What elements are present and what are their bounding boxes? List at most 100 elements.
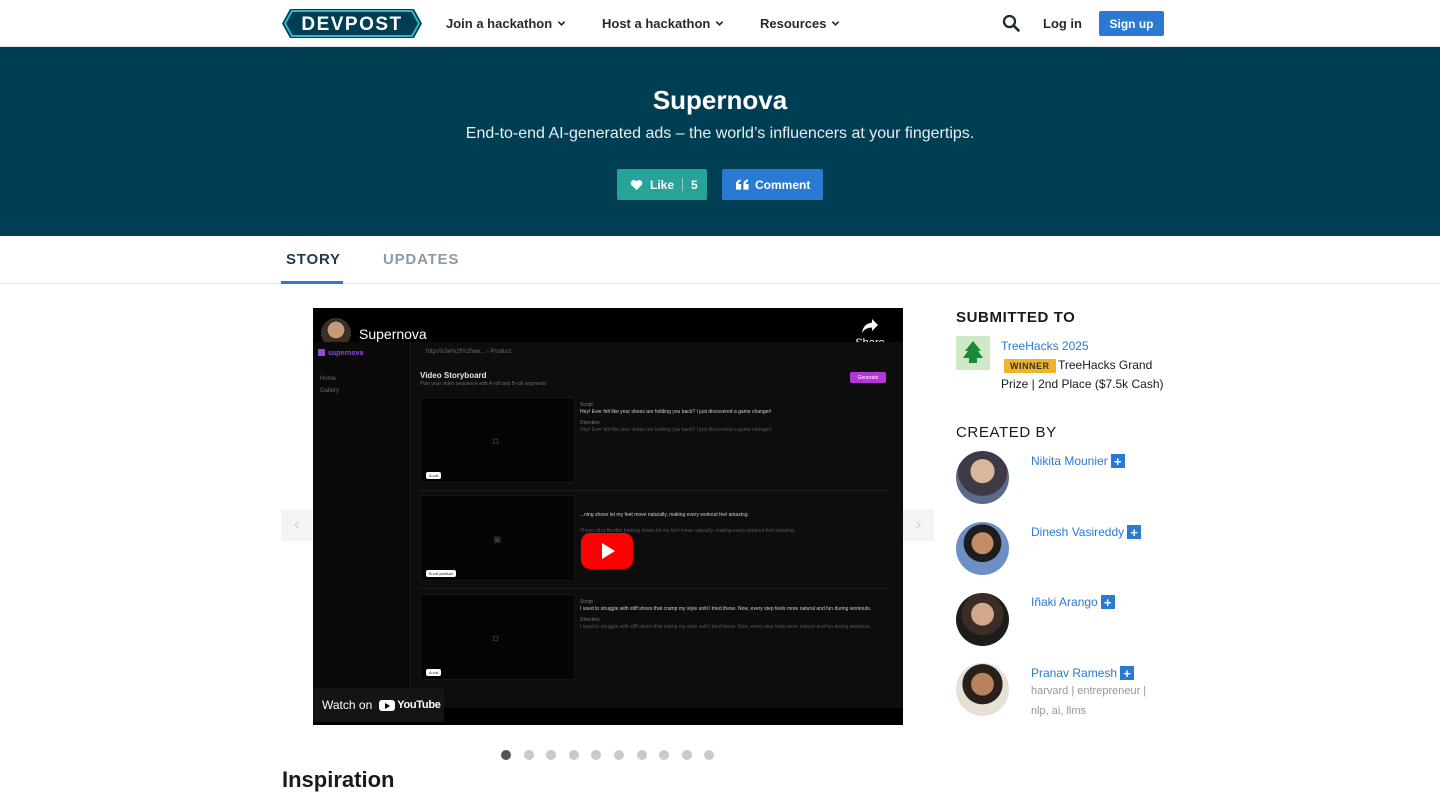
created-by-heading: CREATED BY bbox=[956, 424, 1057, 441]
app-breadcrumb: https%3e%2f%2fww... › Product bbox=[426, 349, 512, 355]
segment-tag: B-roll product bbox=[426, 570, 456, 577]
nav-host-label: Host a hackathon bbox=[602, 16, 711, 31]
video-embed[interactable]: Supernova Share supernova Home Gallery h… bbox=[313, 308, 903, 725]
creator-name: Dinesh Vasireddy bbox=[1031, 525, 1125, 539]
creator-inaki[interactable]: Iñaki Arango + bbox=[1031, 595, 1115, 609]
devpost-logo[interactable]: DEVPOST bbox=[282, 9, 422, 38]
script-text: ...ning shoes let my feet move naturally… bbox=[580, 512, 749, 518]
camera-icon: ◘ bbox=[493, 633, 499, 643]
creator-pranav[interactable]: Pranav Ramesh + bbox=[1031, 666, 1135, 680]
search-icon[interactable] bbox=[1002, 14, 1020, 32]
watch-on-label: Watch on bbox=[322, 698, 373, 712]
gallery-next-button[interactable]: › bbox=[903, 509, 934, 541]
segment-script: ...ning shoes let my feet move naturally… bbox=[580, 512, 885, 535]
direction-label: Direction bbox=[580, 617, 600, 623]
gallery-dot[interactable] bbox=[546, 750, 557, 760]
avatar[interactable] bbox=[956, 593, 1009, 646]
submitted-to-heading: SUBMITTED TO bbox=[956, 309, 1076, 326]
project-title: Supernova bbox=[652, 85, 788, 115]
gallery-dot[interactable] bbox=[591, 750, 602, 760]
script-label: Script bbox=[580, 599, 593, 605]
youtube-icon bbox=[379, 699, 396, 711]
camera-icon: ◘ bbox=[493, 436, 499, 446]
youtube-play-button[interactable] bbox=[581, 533, 633, 569]
video-title[interactable]: Supernova bbox=[359, 326, 427, 342]
storyboard-subtitle: Plan your video sequence with A-roll and… bbox=[420, 381, 547, 387]
chevron-left-icon: ‹ bbox=[293, 516, 300, 533]
tab-story[interactable]: STORY bbox=[286, 251, 341, 268]
app-logo: supernova bbox=[318, 349, 363, 357]
direction-text: Hey! Ever felt like your shoes are holdi… bbox=[580, 427, 772, 433]
nav-resources[interactable]: Resources bbox=[760, 16, 840, 31]
chevron-right-icon: › bbox=[915, 516, 922, 533]
comment-label: Comment bbox=[755, 177, 811, 192]
project-tagline: End-to-end AI-generated ads – the world’… bbox=[465, 125, 975, 142]
tab-updates[interactable]: UPDATES bbox=[383, 251, 459, 268]
creator-nikita[interactable]: Nikita Mounier + bbox=[1031, 454, 1125, 468]
gallery-dot[interactable] bbox=[523, 750, 534, 760]
segment-thumb: ◘ A-roll bbox=[420, 594, 575, 680]
chevron-down-icon bbox=[832, 21, 840, 26]
creator-dinesh[interactable]: Dinesh Vasireddy + bbox=[1031, 525, 1142, 539]
quote-icon bbox=[736, 179, 749, 190]
avatar[interactable] bbox=[956, 663, 1009, 716]
login-link[interactable]: Log in bbox=[1043, 16, 1082, 31]
script-text: I used to struggle with stiff shoes that… bbox=[580, 606, 872, 612]
nav-join-label: Join a hackathon bbox=[446, 16, 553, 31]
gallery-dot[interactable] bbox=[568, 750, 579, 760]
youtube-wordmark: YouTube bbox=[397, 699, 441, 711]
signup-button[interactable]: Sign up bbox=[1099, 11, 1164, 36]
like-button[interactable]: Like 5 bbox=[617, 169, 707, 200]
watch-on-youtube-button[interactable]: Watch on YouTube bbox=[313, 688, 444, 722]
direction-label: Direction bbox=[580, 420, 600, 426]
gallery-dot[interactable] bbox=[501, 750, 511, 760]
gallery-dot[interactable] bbox=[613, 750, 624, 760]
follow-plus-icon[interactable]: + bbox=[1127, 525, 1142, 539]
creator-name: Iñaki Arango bbox=[1031, 595, 1098, 609]
nav-join-hackathon[interactable]: Join a hackathon bbox=[446, 16, 566, 31]
row-divider bbox=[418, 588, 888, 589]
gallery-dot[interactable] bbox=[704, 750, 715, 760]
heart-icon bbox=[630, 179, 643, 190]
prize-text-line2: Prize | 2nd Place ($7.5k Cash) bbox=[1001, 377, 1164, 391]
avatar[interactable] bbox=[956, 451, 1009, 504]
active-tab-indicator bbox=[281, 281, 343, 284]
hackathon-link[interactable]: TreeHacks 2025 bbox=[1001, 339, 1089, 353]
comment-button[interactable]: Comment bbox=[722, 169, 823, 200]
content-tabs: STORY UPDATES bbox=[0, 236, 1440, 284]
share-arrow-icon bbox=[862, 319, 878, 333]
gallery-pagination bbox=[501, 750, 715, 760]
avatar[interactable] bbox=[956, 522, 1009, 575]
prize-text-line1: TreeHacks Grand bbox=[1058, 358, 1153, 372]
app-nav-gallery: Gallery bbox=[320, 388, 340, 394]
app-sidebar: supernova Home Gallery bbox=[313, 342, 411, 708]
tree-icon bbox=[963, 341, 983, 363]
direction-text: I used to struggle with stiff shoes that… bbox=[580, 624, 872, 630]
like-divider bbox=[682, 178, 684, 191]
like-count: 5 bbox=[691, 177, 698, 192]
gallery-dot[interactable] bbox=[636, 750, 647, 760]
video-frame-app-screenshot: supernova Home Gallery https%3e%2f%2fww.… bbox=[313, 342, 903, 708]
generate-button: Generate bbox=[850, 372, 886, 383]
logo-text: DEVPOST bbox=[301, 14, 402, 35]
storyboard-title: Video Storyboard bbox=[420, 371, 487, 380]
gallery-dot[interactable] bbox=[659, 750, 670, 760]
follow-plus-icon[interactable]: + bbox=[1120, 666, 1135, 680]
segment-thumb: ▣ B-roll product bbox=[420, 495, 575, 581]
section-heading-inspiration: Inspiration bbox=[282, 767, 395, 792]
follow-plus-icon[interactable]: + bbox=[1110, 454, 1125, 468]
gallery-prev-button[interactable]: ‹ bbox=[281, 509, 312, 541]
project-hero: Supernova End-to-end AI-generated ads – … bbox=[0, 47, 1440, 236]
film-icon: ▣ bbox=[493, 534, 502, 544]
winner-badge: WINNER bbox=[1004, 359, 1056, 373]
nav-host-hackathon[interactable]: Host a hackathon bbox=[602, 16, 724, 31]
segment-script: Script Hey! Ever felt like your shoes ar… bbox=[580, 402, 885, 434]
segment-tag: A-roll bbox=[426, 472, 442, 479]
follow-plus-icon[interactable]: + bbox=[1100, 595, 1115, 609]
script-label: Script bbox=[580, 402, 593, 408]
like-label: Like bbox=[650, 177, 675, 192]
creator-bio: harvard | entrepreneur | nlp, ai, llms bbox=[1031, 685, 1147, 717]
hackathon-logo[interactable] bbox=[956, 336, 990, 370]
gallery-dot[interactable] bbox=[681, 750, 692, 760]
chevron-down-icon bbox=[557, 21, 566, 26]
